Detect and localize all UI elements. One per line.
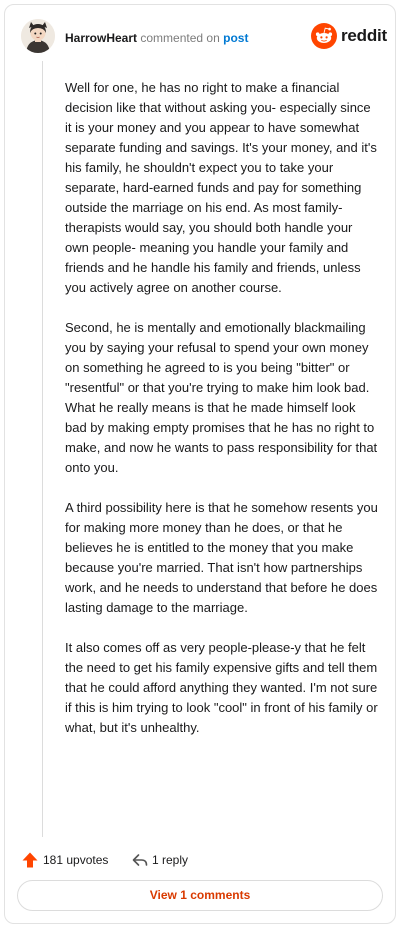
thread-line[interactable]	[42, 61, 43, 837]
avatar-illustration	[21, 19, 55, 53]
comment-paragraph: Second, he is mentally and emotionally b…	[65, 320, 378, 475]
comment-actions: 181 upvotes 1 reply	[21, 848, 387, 872]
reddit-logo[interactable]: reddit	[311, 23, 387, 49]
reddit-wordmark: reddit	[341, 26, 388, 45]
comment-byline: HarrowHeart commented on post	[65, 30, 248, 46]
upvote-arrow-icon[interactable]	[21, 851, 39, 869]
comment-card: HarrowHeart commented on post reddit Wel…	[4, 4, 396, 924]
reddit-snoo-icon	[311, 23, 337, 49]
post-link[interactable]: post	[223, 31, 248, 45]
reply-count: 1 reply	[152, 853, 189, 867]
user-avatar[interactable]	[21, 19, 55, 53]
comment-paragraph: A third possibility here is that he some…	[65, 500, 378, 615]
comment-header: HarrowHeart commented on post reddit	[21, 19, 387, 59]
username-link[interactable]: HarrowHeart	[65, 31, 137, 45]
upvote-count: 181 upvotes	[43, 853, 109, 867]
comment-paragraph: Well for one, he has no right to make a …	[65, 80, 377, 295]
action-text: commented on	[140, 31, 220, 45]
reply-arrow-icon	[132, 854, 148, 866]
comment-body: Well for one, he has no right to make a …	[65, 78, 379, 758]
comment-paragraph: It also comes off as very people-please-…	[65, 640, 378, 735]
view-comments-button[interactable]: View 1 comments	[17, 880, 383, 911]
